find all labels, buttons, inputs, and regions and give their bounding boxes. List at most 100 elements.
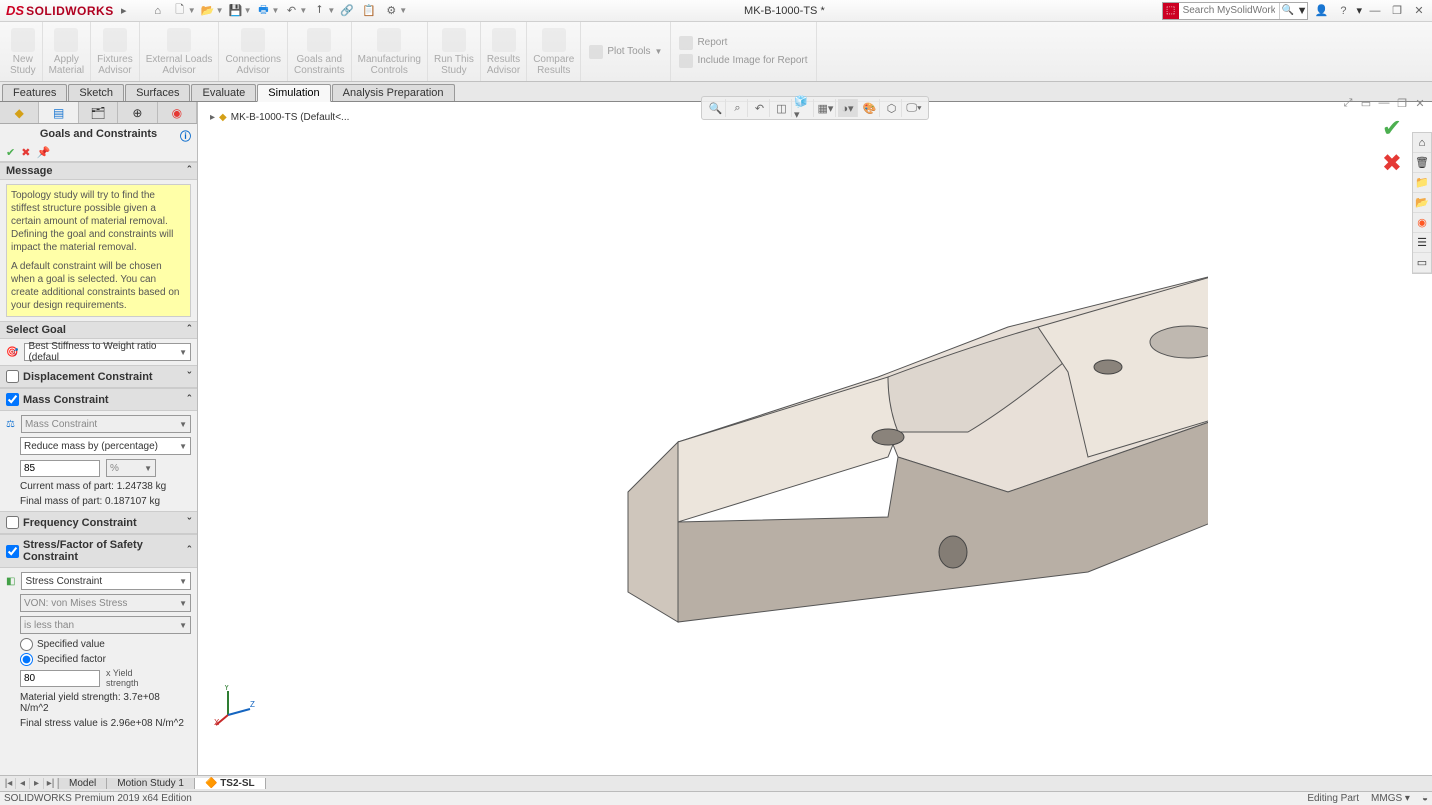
tab-surfaces[interactable]: Surfaces	[125, 84, 190, 101]
tab-nav-first-icon[interactable]: |◂	[2, 778, 16, 789]
taskpane-resources-icon[interactable]: 🗑	[1413, 153, 1431, 173]
close-icon[interactable]: ✕	[1410, 3, 1428, 19]
taskpane-explorer-icon[interactable]: 📂	[1413, 193, 1431, 213]
confirm-ok-icon[interactable]: ✔	[1382, 114, 1402, 143]
vp-expand-icon[interactable]: ⤢	[1340, 96, 1356, 110]
tab-sketch[interactable]: Sketch	[68, 84, 124, 101]
frequency-checkbox[interactable]	[6, 516, 19, 529]
section-mass[interactable]: Mass Constraintˆ	[0, 388, 197, 411]
displacement-checkbox[interactable]	[6, 370, 19, 383]
search-input[interactable]	[1179, 5, 1279, 16]
compare-results-button[interactable]: Compare Results	[527, 22, 581, 81]
external-loads-button[interactable]: External Loads Advisor	[140, 22, 220, 81]
section-view-icon[interactable]: ◫	[772, 99, 792, 117]
mass-checkbox[interactable]	[6, 393, 19, 406]
section-frequency[interactable]: Frequency Constraintˇ	[0, 511, 197, 534]
taskpane-forum-icon[interactable]: ▭	[1413, 253, 1431, 273]
goal-dropdown[interactable]: Best Stiffness to Weight ratio (defaul▼	[24, 343, 191, 361]
report-button[interactable]: Report	[679, 36, 807, 50]
expand-icon[interactable]: ▸	[210, 112, 215, 123]
chevron-right-icon[interactable]: ▸	[114, 2, 134, 20]
tab-model[interactable]: Model	[59, 778, 107, 789]
tab-nav-next-icon[interactable]: ▸	[30, 778, 44, 789]
pm-ok-icon[interactable]: ✔	[6, 146, 15, 159]
stress-checkbox[interactable]	[6, 545, 19, 558]
tab-nav-last-icon[interactable]: ▸|	[44, 778, 58, 789]
pm-pushpin-icon[interactable]: 📌	[36, 146, 50, 159]
section-stress-fos[interactable]: Stress/Factor of Safety Constraintˆ	[0, 534, 197, 568]
edit-appearance-icon[interactable]: 🎨	[860, 99, 880, 117]
user-icon[interactable]: 👤	[1312, 3, 1330, 19]
tab-ts2-sl[interactable]: 🔶 TS2-SL	[195, 778, 266, 789]
zoom-fit-icon[interactable]: 🔍	[706, 99, 726, 117]
fm-tab-tree[interactable]: ◆	[0, 102, 39, 123]
confirm-cancel-icon[interactable]: ✖	[1382, 149, 1402, 178]
display-style-icon[interactable]: ▦▾	[816, 99, 836, 117]
fm-tab-property[interactable]: ▤	[39, 102, 78, 123]
minimize-icon[interactable]: —	[1366, 3, 1384, 19]
taskpane-appearance-icon[interactable]: ◉	[1413, 213, 1431, 233]
run-study-button[interactable]: Run This Study	[428, 22, 481, 81]
vp-close-icon[interactable]: ✕	[1412, 96, 1428, 110]
fixtures-advisor-button[interactable]: Fixtures Advisor	[91, 22, 140, 81]
zoom-area-icon[interactable]: ⌕	[728, 99, 748, 117]
new-icon[interactable]: 🗋	[170, 2, 190, 20]
previous-view-icon[interactable]: ↶	[750, 99, 770, 117]
options-icon[interactable]: 📋	[359, 2, 379, 20]
home-icon[interactable]: ⌂	[148, 2, 168, 20]
status-units[interactable]: MMGS ▾	[1371, 793, 1410, 804]
new-study-button[interactable]: New Study	[4, 22, 43, 81]
section-displacement[interactable]: Displacement Constraintˇ	[0, 365, 197, 388]
restore-icon[interactable]: ❐	[1388, 3, 1406, 19]
tab-nav-prev-icon[interactable]: ◂	[16, 778, 30, 789]
tab-evaluate[interactable]: Evaluate	[191, 84, 256, 101]
taskpane-home-icon[interactable]: ⌂	[1413, 133, 1431, 153]
mass-value-input[interactable]	[20, 460, 100, 477]
fm-tab-display[interactable]: ◉	[158, 102, 197, 123]
stress-type-dropdown[interactable]: Stress Constraint▼	[21, 572, 191, 590]
results-advisor-button[interactable]: Results Advisor	[481, 22, 527, 81]
factor-value-input[interactable]	[20, 670, 100, 687]
vp-restore-icon[interactable]: ❐	[1394, 96, 1410, 110]
apply-scene-icon[interactable]: ⬡	[882, 99, 902, 117]
plot-tools-button[interactable]: Plot Tools ▼	[589, 45, 662, 59]
vp-window-icon[interactable]: ▭	[1358, 96, 1374, 110]
section-message[interactable]: Messageˆ	[0, 162, 197, 180]
search-box[interactable]: ⬚ 🔍▼	[1162, 2, 1309, 20]
undo-icon[interactable]: ↶	[281, 2, 301, 20]
tab-simulation[interactable]: Simulation	[257, 84, 330, 102]
pm-help-icon[interactable]: ⓘ	[180, 128, 191, 144]
connections-advisor-button[interactable]: Connections Advisor	[219, 22, 288, 81]
flyout-tree[interactable]: ▸ ◆ MK-B-1000-TS (Default<...	[210, 112, 349, 123]
mass-method-dropdown[interactable]: Reduce mass by (percentage)▼	[20, 437, 191, 455]
tab-analysis-preparation[interactable]: Analysis Preparation	[332, 84, 455, 101]
save-icon[interactable]: 💾	[226, 2, 246, 20]
goals-constraints-button[interactable]: Goals and Constraints	[288, 22, 352, 81]
search-icon[interactable]: 🔍	[1279, 3, 1297, 19]
settings-icon[interactable]: ⚙	[381, 2, 401, 20]
specified-factor-radio[interactable]	[20, 653, 33, 666]
graphics-viewport[interactable]: ⤢ ▭ — ❐ ✕ 🔍 ⌕ ↶ ◫ 🧊▾ ▦▾ ◑▾ 🎨 ⬡ 🖵▾ ▸ ◆ MK…	[198, 102, 1432, 777]
print-icon[interactable]: 🖶	[254, 2, 274, 20]
tab-features[interactable]: Features	[2, 84, 67, 101]
fm-tab-dimxpert[interactable]: ⊕	[118, 102, 157, 123]
manufacturing-controls-button[interactable]: Manufacturing Controls	[352, 22, 428, 81]
section-select-goal[interactable]: Select Goalˆ	[0, 321, 197, 339]
pm-cancel-icon[interactable]: ✖	[21, 146, 30, 159]
status-custom-icon[interactable]: ◒	[1422, 793, 1428, 804]
specified-value-radio[interactable]	[20, 638, 33, 651]
help-icon[interactable]: ?	[1334, 3, 1352, 19]
apply-material-button[interactable]: Apply Material	[43, 22, 92, 81]
include-image-button[interactable]: Include Image for Report	[679, 54, 807, 68]
open-icon[interactable]: 📂	[198, 2, 218, 20]
taskpane-properties-icon[interactable]: ☰	[1413, 233, 1431, 253]
rebuild-icon[interactable]: 🔗	[337, 2, 357, 20]
hide-show-icon[interactable]: ◑▾	[838, 99, 858, 117]
fm-tab-config[interactable]: 🗂	[79, 102, 118, 123]
view-settings-icon[interactable]: 🖵▾	[904, 99, 924, 117]
taskpane-library-icon[interactable]: 📁	[1413, 173, 1431, 193]
orientation-triad[interactable]: Y Z X	[214, 685, 256, 727]
view-orientation-icon[interactable]: 🧊▾	[794, 99, 814, 117]
tab-motion-study[interactable]: Motion Study 1	[107, 778, 195, 789]
vp-minimize-icon[interactable]: —	[1376, 96, 1392, 110]
